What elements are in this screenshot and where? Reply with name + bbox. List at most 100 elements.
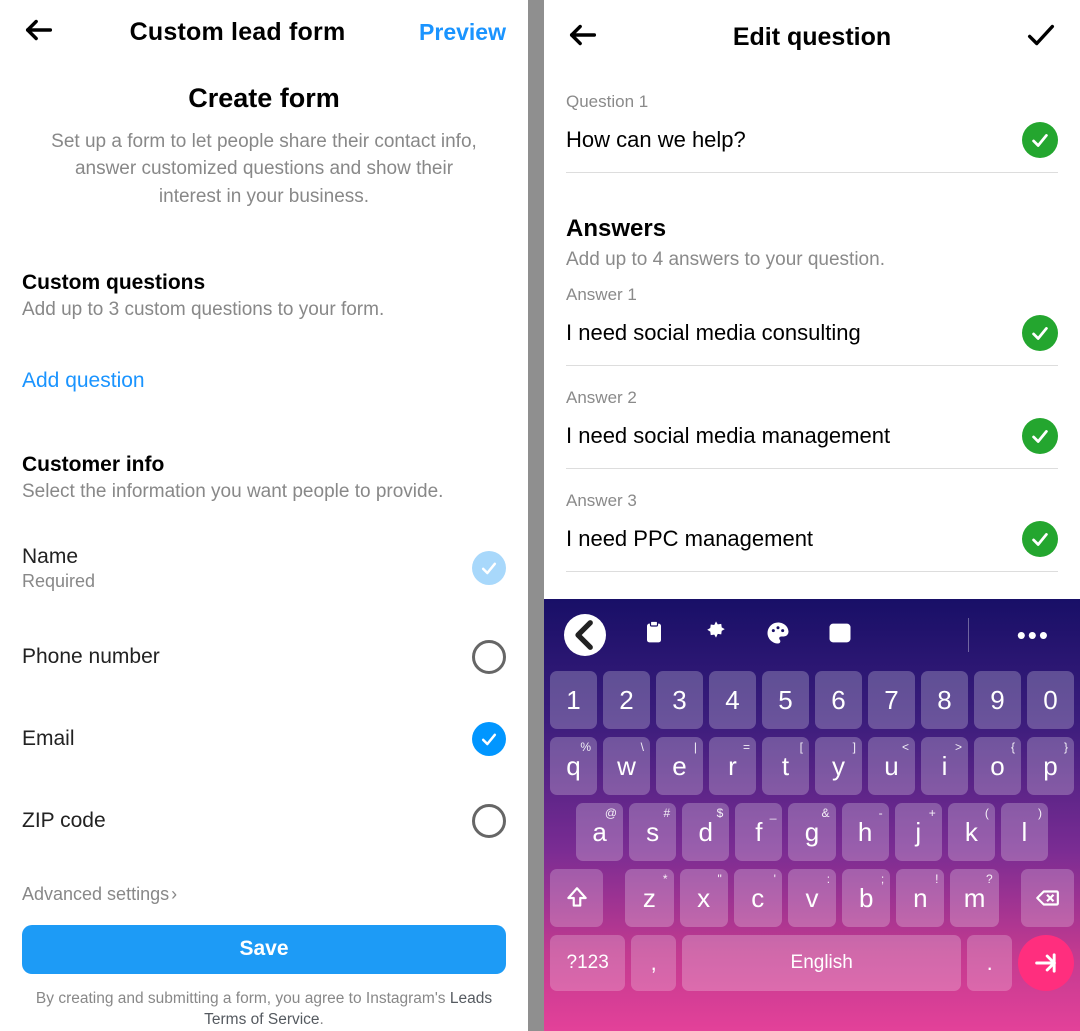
key-n[interactable]: n! bbox=[896, 869, 944, 927]
key-g[interactable]: g& bbox=[788, 803, 835, 861]
preview-link[interactable]: Preview bbox=[419, 19, 506, 46]
header: Custom lead form Preview bbox=[0, 0, 528, 65]
page-heading: Create form bbox=[22, 83, 506, 114]
shift-key[interactable] bbox=[550, 869, 603, 927]
key-h[interactable]: h- bbox=[842, 803, 889, 861]
gear-icon[interactable] bbox=[702, 619, 730, 652]
question-input-row[interactable]: How can we help? bbox=[566, 122, 1058, 173]
checkbox-empty-icon[interactable] bbox=[472, 804, 506, 838]
key-i[interactable]: i> bbox=[921, 737, 968, 795]
key-p[interactable]: p} bbox=[1027, 737, 1074, 795]
resize-icon[interactable] bbox=[826, 619, 854, 652]
key-q[interactable]: q% bbox=[550, 737, 597, 795]
key-v[interactable]: v: bbox=[788, 869, 836, 927]
answer-text: I need social media consulting bbox=[566, 320, 861, 346]
space-key[interactable]: English bbox=[682, 935, 961, 991]
key-8[interactable]: 8 bbox=[921, 671, 968, 729]
more-icon[interactable]: ••• bbox=[1017, 620, 1050, 651]
answer-text: I need PPC management bbox=[566, 526, 813, 552]
back-arrow-icon[interactable] bbox=[22, 13, 56, 52]
key-s[interactable]: s# bbox=[629, 803, 676, 861]
enter-key[interactable] bbox=[1018, 935, 1074, 991]
save-button[interactable]: Save bbox=[22, 925, 506, 974]
comma-key[interactable]: , bbox=[631, 935, 676, 991]
key-9[interactable]: 9 bbox=[974, 671, 1021, 729]
field-row-email[interactable]: Email bbox=[22, 722, 506, 756]
key-2[interactable]: 2 bbox=[603, 671, 650, 729]
clipboard-icon[interactable] bbox=[640, 619, 668, 652]
period-key[interactable]: . bbox=[967, 935, 1012, 991]
keyboard-row-zxcv: z*x"c'v:b;n!m? bbox=[550, 869, 1074, 927]
key-e[interactable]: e| bbox=[656, 737, 703, 795]
key-0[interactable]: 0 bbox=[1027, 671, 1074, 729]
add-question-link[interactable]: Add question bbox=[22, 369, 145, 393]
answers-title: Answers bbox=[566, 215, 1058, 243]
field-row-phone[interactable]: Phone number bbox=[22, 640, 506, 674]
answers-sub: Add up to 4 answers to your question. bbox=[566, 249, 1058, 271]
key-f[interactable]: f_ bbox=[735, 803, 782, 861]
field-label: ZIP code bbox=[22, 809, 106, 833]
header-title: Custom lead form bbox=[56, 18, 419, 47]
key-1[interactable]: 1 bbox=[550, 671, 597, 729]
answer-input-row[interactable]: I need social media consulting bbox=[566, 315, 1058, 366]
custom-questions-title: Custom questions bbox=[22, 271, 506, 295]
field-label: Name bbox=[22, 545, 95, 569]
key-4[interactable]: 4 bbox=[709, 671, 756, 729]
field-label: Email bbox=[22, 727, 75, 751]
keyboard-row-qwerty: q%w\e|r=t[y]u<i>o{p} bbox=[550, 737, 1074, 795]
key-m[interactable]: m? bbox=[950, 869, 998, 927]
key-5[interactable]: 5 bbox=[762, 671, 809, 729]
key-7[interactable]: 7 bbox=[868, 671, 915, 729]
key-j[interactable]: j+ bbox=[895, 803, 942, 861]
answer-input-row[interactable]: I need PPC management bbox=[566, 521, 1058, 572]
palette-icon[interactable] bbox=[764, 619, 792, 652]
key-w[interactable]: w\ bbox=[603, 737, 650, 795]
key-b[interactable]: b; bbox=[842, 869, 890, 927]
toolbar-separator bbox=[968, 618, 969, 652]
tos-prefix: By creating and submitting a form, you a… bbox=[36, 990, 450, 1007]
key-z[interactable]: z* bbox=[625, 869, 673, 927]
field-row-zip[interactable]: ZIP code bbox=[22, 804, 506, 838]
answer-label: Answer 2 bbox=[566, 388, 1058, 408]
key-d[interactable]: d$ bbox=[682, 803, 729, 861]
keyboard-row-asdf: a@s#d$f_g&h-j+k(l) bbox=[550, 803, 1074, 861]
symbols-key[interactable]: ?123 bbox=[550, 935, 625, 991]
keyboard-collapse-icon[interactable] bbox=[564, 614, 606, 656]
key-x[interactable]: x" bbox=[680, 869, 728, 927]
checkbox-checked-icon[interactable] bbox=[472, 722, 506, 756]
edit-question-screen: Edit question Question 1 How can we help… bbox=[544, 0, 1080, 1031]
chevron-right-icon: › bbox=[171, 884, 177, 905]
pane-divider bbox=[528, 0, 544, 1031]
key-c[interactable]: c' bbox=[734, 869, 782, 927]
field-required-note: Required bbox=[22, 571, 95, 592]
advanced-settings-link[interactable]: Advanced settings › bbox=[22, 884, 506, 905]
key-a[interactable]: a@ bbox=[576, 803, 623, 861]
key-l[interactable]: l) bbox=[1001, 803, 1048, 861]
valid-check-icon bbox=[1022, 418, 1058, 454]
space-key-label: English bbox=[791, 952, 853, 974]
advanced-settings-label: Advanced settings bbox=[22, 884, 169, 905]
key-y[interactable]: y] bbox=[815, 737, 862, 795]
field-label: Phone number bbox=[22, 645, 160, 669]
keyboard-row-numbers: 1234567890 bbox=[550, 671, 1074, 729]
key-r[interactable]: r= bbox=[709, 737, 756, 795]
key-o[interactable]: o{ bbox=[974, 737, 1021, 795]
key-u[interactable]: u< bbox=[868, 737, 915, 795]
key-6[interactable]: 6 bbox=[815, 671, 862, 729]
header-title: Edit question bbox=[600, 23, 1024, 52]
valid-check-icon bbox=[1022, 315, 1058, 351]
customer-info-sub: Select the information you want people t… bbox=[22, 481, 506, 503]
keyboard-row-bottom: ?123 , English . bbox=[550, 935, 1074, 991]
period-key-label: . bbox=[987, 950, 993, 976]
key-t[interactable]: t[ bbox=[762, 737, 809, 795]
backspace-key[interactable] bbox=[1021, 869, 1074, 927]
answer-input-row[interactable]: I need social media management bbox=[566, 418, 1058, 469]
key-k[interactable]: k( bbox=[948, 803, 995, 861]
key-3[interactable]: 3 bbox=[656, 671, 703, 729]
confirm-check-icon[interactable] bbox=[1024, 18, 1058, 57]
custom-questions-sub: Add up to 3 custom questions to your for… bbox=[22, 299, 506, 321]
back-arrow-icon[interactable] bbox=[566, 18, 600, 57]
checkbox-empty-icon[interactable] bbox=[472, 640, 506, 674]
keyboard-toolbar: ••• bbox=[550, 607, 1074, 663]
comma-key-label: , bbox=[651, 950, 657, 976]
